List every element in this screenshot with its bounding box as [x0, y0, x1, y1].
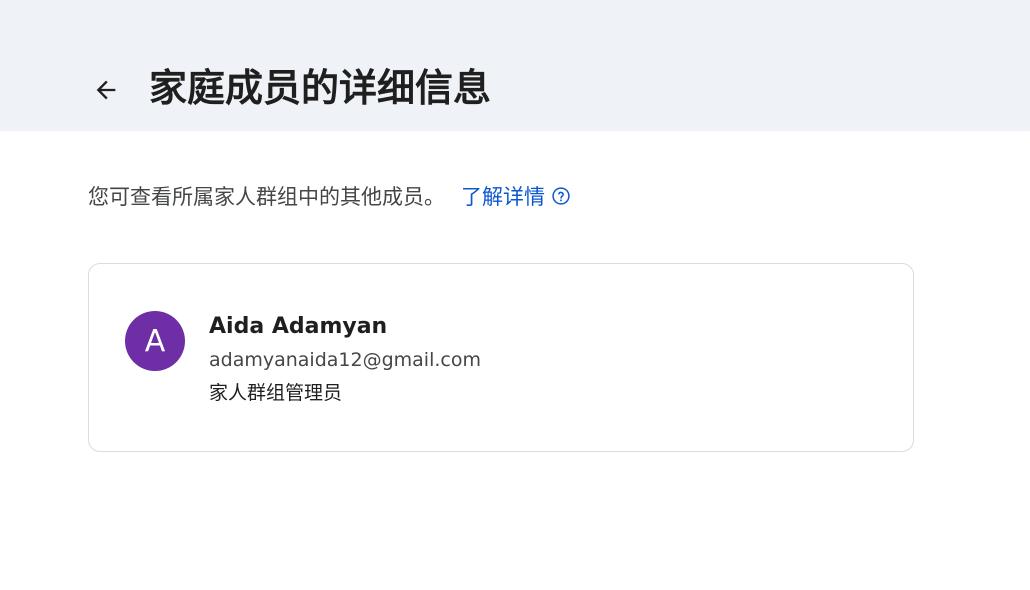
- arrow-back-icon: [96, 80, 116, 100]
- member-role: 家人群组管理员: [209, 382, 343, 404]
- learn-more-label: 了解详情: [461, 185, 545, 209]
- page-header: 家庭成员的详细信息: [0, 0, 1030, 131]
- member-card[interactable]: A Aida Adamyan adamyanaida12@gmail.com 家…: [88, 263, 914, 452]
- member-email: adamyanaida12@gmail.com: [209, 349, 481, 371]
- avatar: A: [125, 311, 185, 371]
- back-button[interactable]: [84, 68, 128, 112]
- learn-more-link[interactable]: 了解详情: [461, 181, 571, 211]
- member-name: Aida Adamyan: [209, 314, 388, 339]
- intro-line: 您可查看所属家人群组中的其他成员。 了解详情: [88, 180, 571, 212]
- intro-text: 您可查看所属家人群组中的其他成员。: [88, 185, 445, 209]
- help-circle-icon: [552, 187, 570, 205]
- page-title: 家庭成员的详细信息: [149, 66, 492, 110]
